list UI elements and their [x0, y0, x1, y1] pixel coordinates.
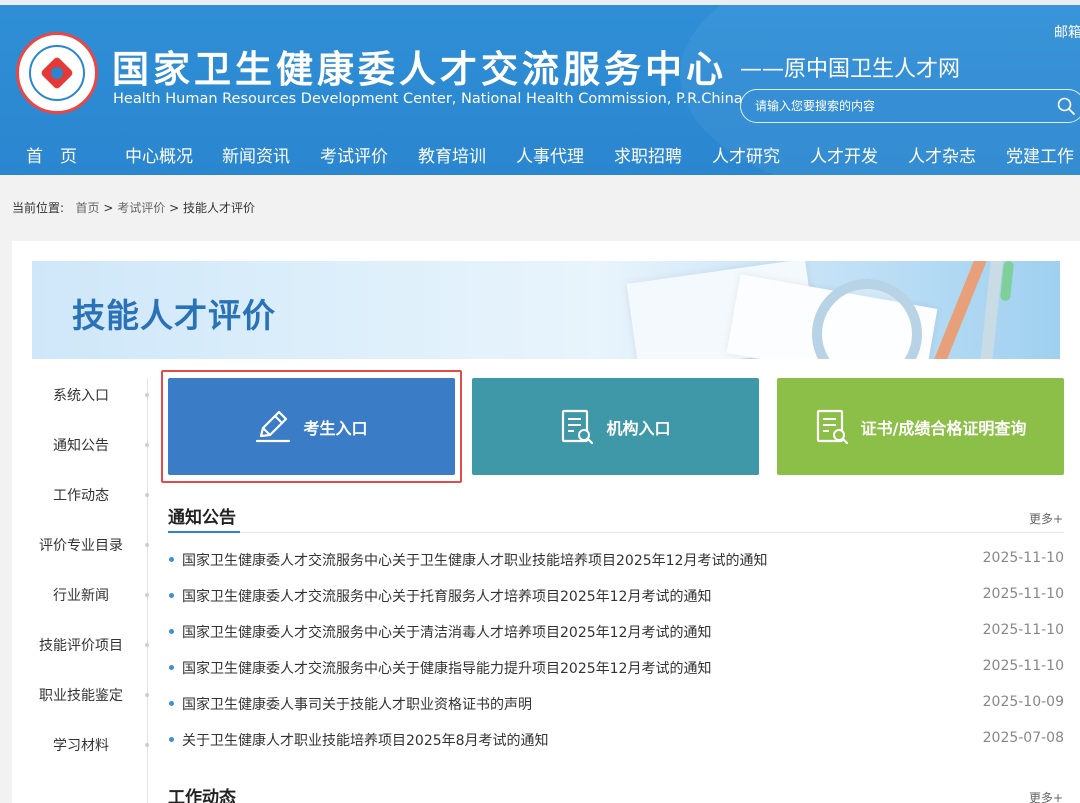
- logo-emblem-icon: [29, 45, 85, 101]
- sidebar-item-work-news[interactable]: 工作动态: [30, 485, 132, 505]
- sidebar-dot: [145, 543, 149, 547]
- site-subtitle: Health Human Resources Development Cente…: [113, 91, 743, 107]
- nav-exam[interactable]: 考试评价: [320, 142, 388, 167]
- news-item[interactable]: 国家卫生健康委人事司关于技能人才职业资格证书的声明 2025-10-09: [168, 693, 1064, 715]
- bullet-icon: [169, 737, 174, 742]
- nav-training[interactable]: 教育培训: [418, 142, 486, 167]
- breadcrumb-sep: >: [169, 201, 180, 215]
- institution-entry-button[interactable]: 机构入口: [472, 378, 759, 475]
- nav-home[interactable]: 首 页: [26, 142, 77, 167]
- document-search-icon: [816, 409, 848, 444]
- news-title: 关于卫生健康人才职业技能培养项目2025年8月考试的通知: [182, 733, 549, 749]
- bullet-icon: [169, 557, 174, 562]
- sidebar-dot: [145, 743, 149, 747]
- nav-party[interactable]: 党建工作: [1006, 142, 1074, 167]
- breadcrumb-current: 技能人才评价: [182, 201, 255, 215]
- main-nav: 首 页 中心概况 新闻资讯 考试评价 教育培训 人事代理 求职招聘 人才研究 人…: [0, 137, 1080, 175]
- news-item[interactable]: 国家卫生健康委人才交流服务中心关于健康指导能力提升项目2025年12月考试的通知…: [168, 657, 1064, 679]
- news-item[interactable]: 国家卫生健康委人才交流服务中心关于清洁消毒人才培养项目2025年12月考试的通知…: [168, 621, 1064, 643]
- work-heading: 工作动态: [168, 788, 236, 803]
- nav-news[interactable]: 新闻资讯: [222, 142, 290, 167]
- news-date: 2025-11-10: [982, 658, 1064, 674]
- site-header: 国家卫生健康委人才交流服务中心 Health Human Resources D…: [0, 5, 1080, 175]
- news-date: 2025-11-10: [982, 550, 1064, 566]
- bullet-icon: [169, 593, 174, 598]
- sidebar-item-notices[interactable]: 通知公告: [30, 435, 132, 455]
- news-date: 2025-10-09: [982, 694, 1064, 710]
- section-divider: [168, 532, 1064, 533]
- news-title: 国家卫生健康委人才交流服务中心关于卫生健康人才职业技能培养项目2025年12月考…: [182, 553, 768, 569]
- news-item[interactable]: 关于卫生健康人才职业技能培养项目2025年8月考试的通知 2025-07-08: [168, 729, 1064, 751]
- search-box: [740, 89, 1080, 123]
- news-title: 国家卫生健康委人才交流服务中心关于托育服务人才培养项目2025年12月考试的通知: [182, 589, 712, 605]
- sidebar-dot: [145, 443, 149, 447]
- sidebar-item-catalog[interactable]: 评价专业目录: [30, 535, 132, 555]
- breadcrumb-sep: >: [103, 201, 114, 215]
- certificate-query-label: 证书/成绩合格证明查询: [860, 418, 1027, 438]
- bullet-icon: [169, 665, 174, 670]
- sidebar-item-appraisal[interactable]: 职业技能鉴定: [30, 685, 132, 705]
- site-original-name: ——原中国卫生人才网: [740, 57, 961, 82]
- bullet-icon: [169, 629, 174, 634]
- sidebar-item-industry-news[interactable]: 行业新闻: [30, 585, 132, 605]
- site-title: 国家卫生健康委人才交流服务中心: [112, 48, 727, 91]
- sidebar-item-projects[interactable]: 技能评价项目: [30, 635, 132, 655]
- news-title: 国家卫生健康委人才交流服务中心关于清洁消毒人才培养项目2025年12月考试的通知: [182, 625, 712, 641]
- breadcrumb: 当前位置: 首页 > 考试评价 > 技能人才评价: [12, 199, 255, 216]
- news-title: 国家卫生健康委人事司关于技能人才职业资格证书的声明: [182, 697, 532, 713]
- candidate-entry-label: 考生入口: [303, 418, 368, 438]
- sidebar-dot: [145, 493, 149, 497]
- notices-heading: 通知公告: [168, 508, 236, 528]
- work-more-link[interactable]: 更多+: [1029, 789, 1063, 803]
- sidebar-dot: [145, 643, 149, 647]
- page-title: 技能人才评价: [72, 296, 276, 335]
- page-banner: 技能人才评价: [32, 261, 1060, 359]
- news-item[interactable]: 国家卫生健康委人才交流服务中心关于卫生健康人才职业技能培养项目2025年12月考…: [168, 549, 1064, 571]
- mail-link[interactable]: 邮箱: [1054, 22, 1080, 42]
- news-date: 2025-07-08: [982, 730, 1064, 746]
- nav-jobs[interactable]: 求职招聘: [614, 142, 682, 167]
- institution-entry-label: 机构入口: [606, 418, 671, 438]
- nav-magazine[interactable]: 人才杂志: [908, 142, 976, 167]
- document-search-icon: [562, 409, 594, 444]
- candidate-entry-button[interactable]: 考生入口: [168, 378, 455, 475]
- bullet-icon: [169, 701, 174, 706]
- sidebar-dot: [145, 593, 149, 597]
- nav-development[interactable]: 人才开发: [810, 142, 878, 167]
- nav-research[interactable]: 人才研究: [712, 142, 780, 167]
- breadcrumb-exam[interactable]: 考试评价: [117, 201, 165, 215]
- pen-edit-icon: [256, 410, 291, 442]
- site-logo[interactable]: [16, 32, 98, 114]
- sidebar-dot: [145, 693, 149, 697]
- nav-personnel[interactable]: 人事代理: [516, 142, 584, 167]
- sidebar-item-system-entry[interactable]: 系统入口: [30, 385, 132, 405]
- sidebar-divider: [147, 378, 148, 803]
- certificate-query-button[interactable]: 证书/成绩合格证明查询: [777, 378, 1064, 475]
- breadcrumb-home[interactable]: 首页: [76, 201, 100, 215]
- search-icon[interactable]: [1057, 97, 1075, 115]
- notices-more-link[interactable]: 更多+: [1029, 510, 1063, 527]
- sidebar-dot: [145, 393, 149, 397]
- search-input[interactable]: [755, 90, 1045, 122]
- news-date: 2025-11-10: [982, 586, 1064, 602]
- sidebar-item-materials[interactable]: 学习材料: [30, 735, 132, 755]
- nav-about[interactable]: 中心概况: [125, 142, 193, 167]
- section-underline: [168, 531, 240, 533]
- news-date: 2025-11-10: [982, 622, 1064, 638]
- breadcrumb-label: 当前位置:: [12, 201, 65, 215]
- news-title: 国家卫生健康委人才交流服务中心关于健康指导能力提升项目2025年12月考试的通知: [182, 661, 712, 677]
- news-item[interactable]: 国家卫生健康委人才交流服务中心关于托育服务人才培养项目2025年12月考试的通知…: [168, 585, 1064, 607]
